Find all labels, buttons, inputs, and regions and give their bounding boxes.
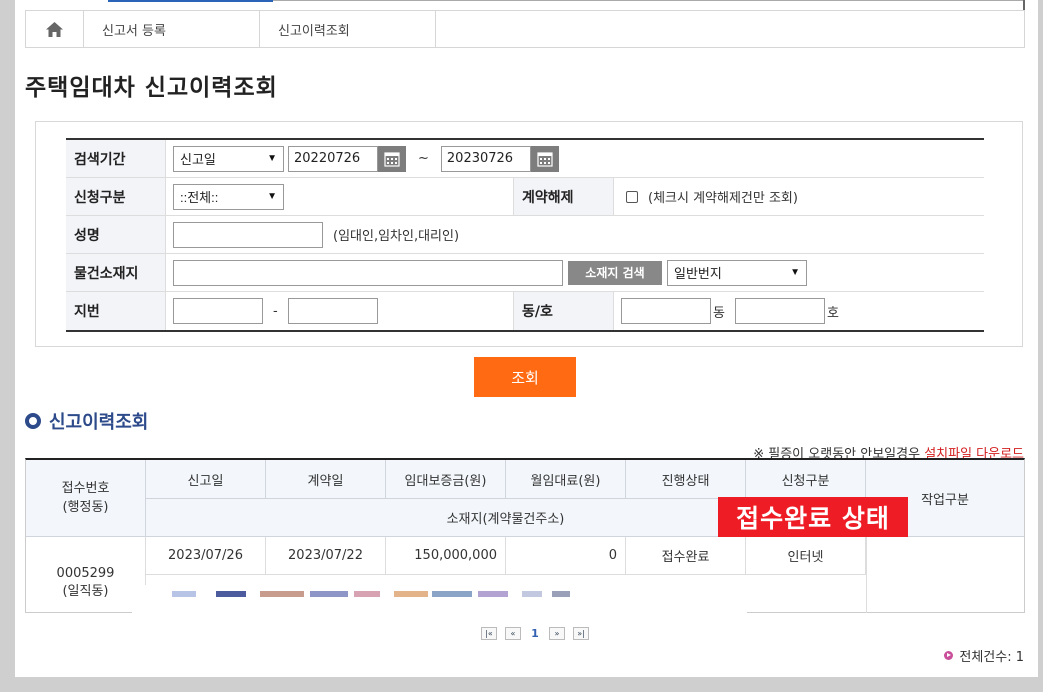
name-label: 성명 [66, 216, 166, 253]
redacted-address [132, 585, 747, 613]
search-row-apply-type: 신청구분 ::전체:: ▼ 계약해제 (체크시 계약해제건만 조회) [66, 178, 984, 216]
pager-current-page[interactable]: 1 [529, 627, 541, 640]
chevron-down-icon: ▼ [790, 267, 800, 278]
search-table: 검색기간 신고일 ▼ 20220726 ~ 20230726 신청구분::전체… [66, 138, 984, 332]
name-input[interactable] [173, 221, 323, 248]
date-to-input[interactable]: 20230726 [440, 145, 531, 172]
row-work-type[interactable] [866, 537, 1024, 613]
date-separator: ~ [418, 151, 429, 166]
calendar-icon [537, 151, 553, 167]
row-deposit: 150,000,000 [386, 537, 506, 575]
header-receipt-no: 접수번호 (행정동) [26, 460, 146, 537]
results-title-text: 신고이력조회 [49, 412, 149, 433]
search-form: 검색기간 신고일 ▼ 20220726 ~ 20230726 신청구분::전체… [35, 121, 1023, 347]
header-report-date: 신고일 [146, 460, 266, 499]
row-report-date: 2023/07/26 [146, 537, 266, 575]
row-admin-dong: (일직동) [62, 584, 109, 599]
total-count-text: 전체건수: 1 [959, 650, 1024, 665]
dong-suffix: 동 [713, 305, 725, 321]
circle-bullet-icon [25, 413, 41, 429]
lot-main-input[interactable] [173, 298, 263, 324]
results-section-title: 신고이력조회 [25, 408, 148, 434]
pager-prev-button[interactable]: « [505, 627, 521, 640]
address-input[interactable] [173, 259, 563, 286]
cancel-label: 계약해제 [514, 178, 614, 215]
row-monthly-rent: 0 [506, 537, 626, 575]
home-icon [46, 21, 63, 37]
pager-last-button[interactable]: »| [573, 627, 589, 640]
name-note: (임대인,임차인,대리인) [333, 229, 460, 244]
arrow-bullet-icon [944, 651, 954, 660]
prev-page-icon: « [510, 629, 516, 638]
ho-input[interactable] [734, 298, 825, 324]
total-count: 전체건수: 1 [944, 646, 1024, 665]
last-page-icon: »| [577, 629, 585, 638]
breadcrumb: 신고서 등록 신고이력조회 [25, 10, 1025, 48]
lot-label: 지번 [66, 292, 166, 330]
status-overlay-badge: 접수완료 상태 [718, 497, 908, 537]
header-receipt-sub-text: (행정동) [62, 500, 109, 515]
ho-suffix: 호 [826, 305, 839, 321]
header-status: 진행상태 [626, 460, 746, 499]
breadcrumb-item-history[interactable]: 신고이력조회 [260, 11, 436, 47]
row-apply-type: 인터넷 [746, 537, 866, 575]
first-page-icon: |« [485, 629, 493, 638]
address-type-value: 일반번지 [674, 266, 722, 281]
apply-type-select[interactable]: ::전체:: ▼ [173, 183, 284, 210]
search-submit-button[interactable]: 조회 [474, 357, 576, 397]
search-row-name: 성명 (임대인,임차인,대리인) [66, 216, 984, 254]
header-contract-date: 계약일 [266, 460, 386, 499]
period-type-value: 신고일 [180, 152, 216, 167]
address-search-button[interactable]: 소재지 검색 [568, 260, 662, 285]
top-tab-indicator [108, 0, 273, 2]
pager-next-button[interactable]: » [549, 627, 565, 640]
search-row-address: 물건소재지 소재지 검색 일반번지 ▼ [66, 254, 984, 292]
header-monthly-rent: 월임대료(원) [506, 460, 626, 499]
top-divider [273, 0, 1023, 1]
apply-type-label: 신청구분 [66, 178, 166, 215]
apply-type-value: ::전체:: [180, 190, 219, 205]
header-apply-type: 신청구분 [746, 460, 866, 499]
row-receipt-no: 0005299 [56, 566, 115, 581]
cancel-checkbox[interactable] [626, 190, 638, 203]
date-from-input[interactable]: 20220726 [288, 145, 378, 172]
address-type-select[interactable]: 일반번지 ▼ [667, 259, 807, 286]
search-row-lot: 지번 - 동/호 동 호 [66, 292, 984, 330]
table-row-receipt[interactable]: 0005299 (일직동) [26, 537, 146, 613]
row-contract-date: 2023/07/22 [266, 537, 386, 575]
date-to-calendar-button[interactable] [530, 145, 559, 172]
address-label: 물건소재지 [66, 254, 166, 291]
page-title: 주택임대차 신고이력조회 [25, 75, 278, 101]
header-deposit: 임대보증금(원) [386, 460, 506, 499]
header-receipt-no-text: 접수번호 [61, 481, 110, 496]
calendar-icon [384, 151, 400, 167]
lot-separator: - [273, 303, 278, 319]
search-row-period: 검색기간 신고일 ▼ 20220726 ~ 20230726 [66, 140, 984, 178]
breadcrumb-item-register[interactable]: 신고서 등록 [84, 11, 260, 47]
dong-input[interactable] [621, 298, 711, 324]
pager-first-button[interactable]: |« [481, 627, 497, 640]
chevron-down-icon: ▼ [267, 153, 277, 164]
dong-ho-label: 동/호 [514, 292, 614, 330]
page: 신고서 등록 신고이력조회 주택임대차 신고이력조회 검색기간 신고일 ▼ 20… [15, 0, 1038, 677]
breadcrumb-home[interactable] [26, 11, 84, 47]
pagination: |« « 1 » »| [481, 627, 589, 640]
row-status: 접수완료 [626, 537, 746, 575]
next-page-icon: » [554, 629, 560, 638]
lot-sub-input[interactable] [287, 298, 378, 324]
period-type-select[interactable]: 신고일 ▼ [173, 145, 284, 172]
cancel-note: (체크시 계약해제건만 조회) [648, 191, 798, 206]
period-label: 검색기간 [66, 140, 166, 177]
chevron-down-icon: ▼ [267, 191, 277, 202]
date-from-calendar-button[interactable] [378, 145, 406, 172]
